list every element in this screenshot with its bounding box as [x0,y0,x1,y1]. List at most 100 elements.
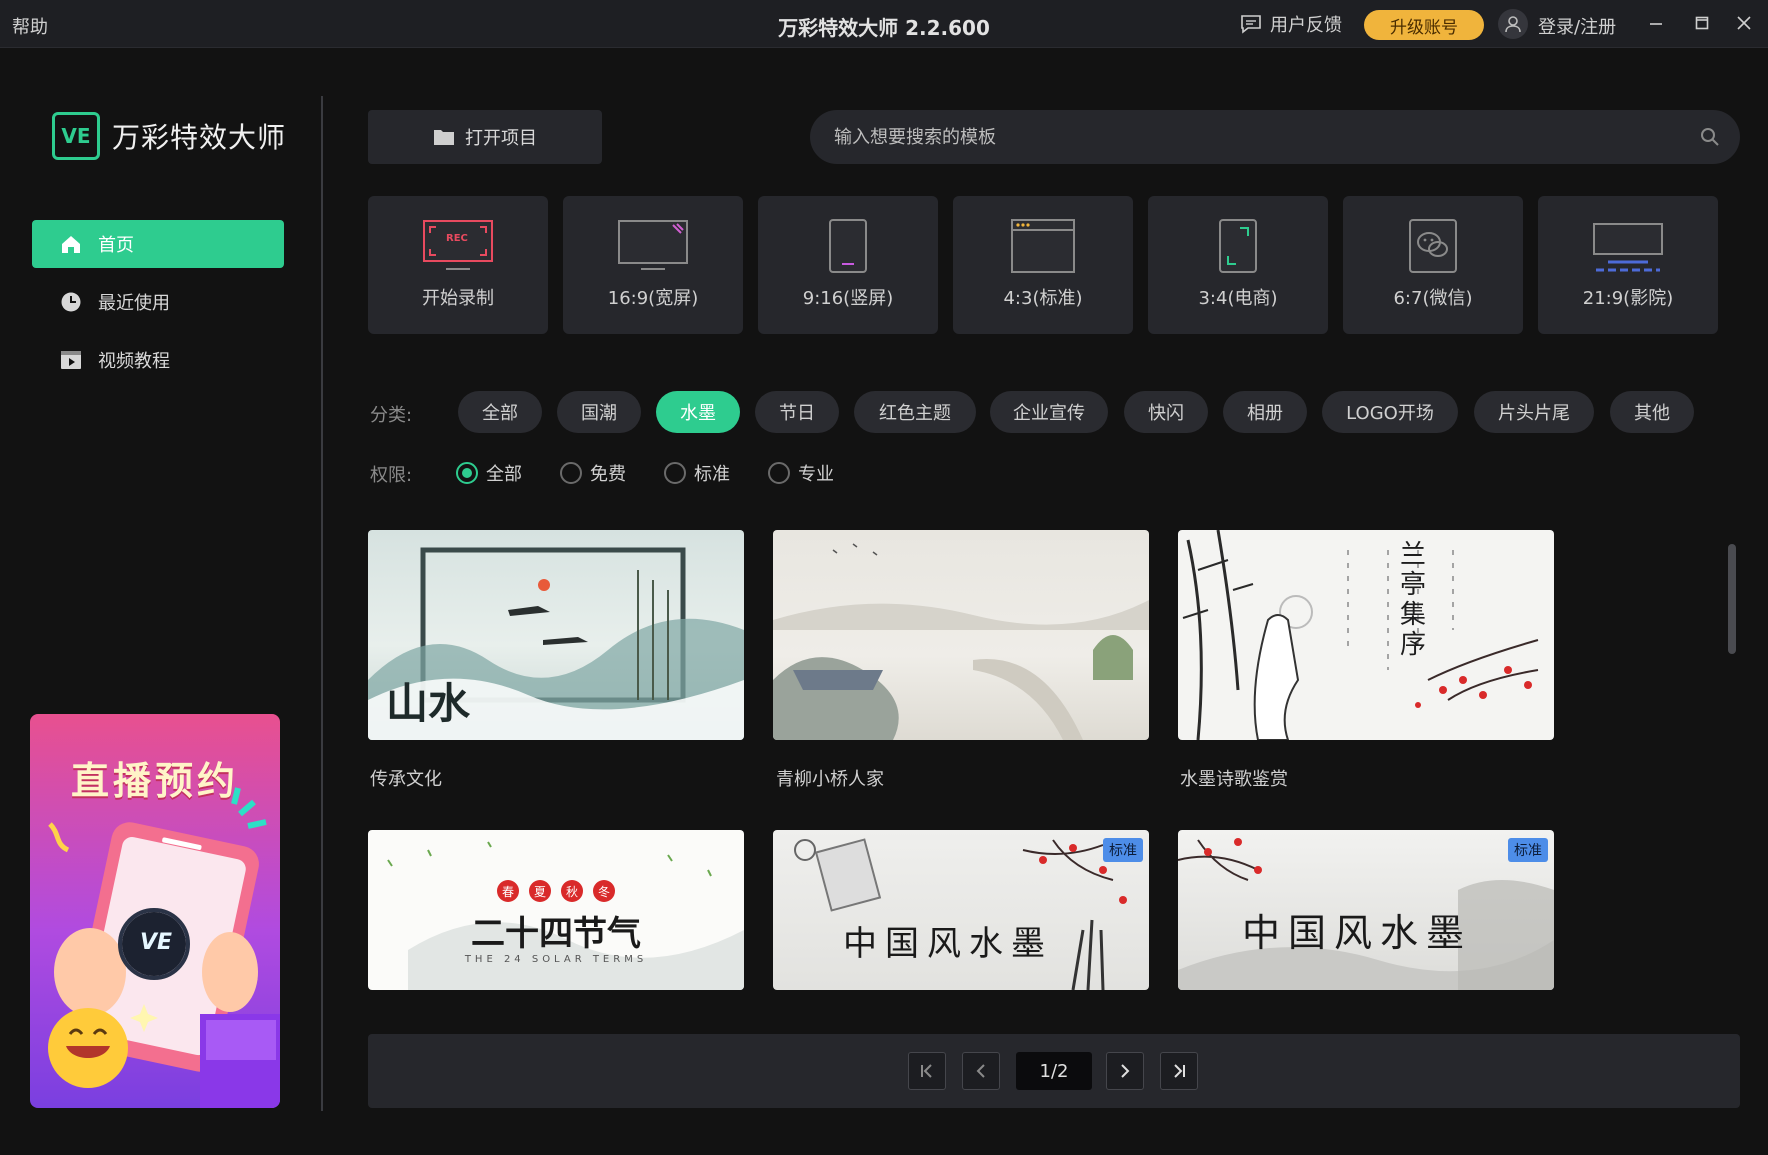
title-bar: 帮助 万彩特效大师 2.2.600 用户反馈 升级账号 登录/注册 [0,0,1768,48]
search-input[interactable] [834,110,1674,164]
category-chip-festival[interactable]: 节日 [755,391,839,433]
feedback-button[interactable]: 用户反馈 [1240,12,1342,36]
radio-label: 标准 [694,464,730,485]
radio-button [768,462,790,484]
feedback-label: 用户反馈 [1270,15,1342,36]
template-thumbnail[interactable]: 中国风水墨 标准 [773,830,1149,990]
format-card-record[interactable]: REC 开始录制 [368,196,548,334]
category-chip-ink[interactable]: 水墨 [656,391,740,433]
standard-badge: 标准 [1103,838,1143,862]
format-label: 9:16(竖屏) [802,288,894,309]
format-card-4-3[interactable]: 4:3(标准) [953,196,1133,334]
last-page-button[interactable] [1160,1052,1198,1090]
permission-radio-free[interactable]: 免费 [560,460,626,486]
sidebar-item-label: 最近使用 [98,293,170,314]
category-chip-other[interactable]: 其他 [1610,391,1694,433]
cinema-icon [1593,223,1663,272]
search-icon[interactable] [1700,127,1720,147]
format-card-9-16[interactable]: 9:16(竖屏) [758,196,938,334]
help-menu[interactable]: 帮助 [12,13,48,39]
permission-radio-all[interactable]: 全部 [456,460,522,486]
wechat-icon [1409,219,1457,273]
minimize-button[interactable] [1642,10,1670,36]
last-page-icon [1174,1064,1185,1078]
format-card-16-9[interactable]: 16:9(宽屏) [563,196,743,334]
open-project-button[interactable]: 打开项目 [368,110,602,164]
thumbnail-title: 中国风水墨 [1242,911,1473,955]
category-chip-flash[interactable]: 快闪 [1124,391,1208,433]
maximize-button[interactable] [1688,10,1716,36]
category-chip-corporate[interactable]: 企业宣传 [990,391,1108,433]
sidebar-item-home[interactable]: 首页 [32,220,284,268]
category-chip-intro-outro[interactable]: 片头片尾 [1474,391,1594,433]
category-chip-red-theme[interactable]: 红色主题 [854,391,976,433]
promo-illustration [48,787,280,1108]
radio-label: 全部 [486,464,522,485]
template-name: 青柳小桥人家 [776,769,884,790]
format-label: 6:7(微信) [1393,288,1473,309]
upgrade-button[interactable]: 升级账号 [1364,10,1484,40]
login-register-link[interactable]: 登录/注册 [1538,13,1616,39]
next-page-button[interactable] [1106,1052,1144,1090]
ink-scroll-art [794,838,1127,990]
rec-icon: REC [423,220,493,270]
close-icon [1737,16,1751,30]
radio-button [560,462,582,484]
template-thumbnail[interactable]: 春 夏 秋 冬 二十四节气 THE 24 SOLAR TERMS [368,830,744,990]
chevron-right-icon [1121,1064,1130,1078]
user-icon [1505,16,1521,33]
chevron-left-icon [976,1064,985,1078]
thumbnail-title: 二十四节气 [471,914,641,954]
maximize-icon [1695,16,1709,30]
willow-bridge-art [773,543,1149,740]
template-scrollbar[interactable] [1728,544,1736,654]
thumbnail-subtitle: THE 24 SOLAR TERMS [464,954,648,965]
live-promo-banner[interactable]: 直播预约 VE [30,714,280,1108]
radio-label: 专业 [798,464,834,485]
template-thumbnail[interactable] [773,530,1149,740]
avatar[interactable] [1498,9,1528,39]
video-icon [60,349,82,371]
radio-button [456,462,478,484]
sidebar-item-recent[interactable]: 最近使用 [32,278,284,326]
widescreen-icon [618,220,688,270]
svg-text:REC: REC [446,233,468,244]
category-filter-label: 分类: [370,405,413,426]
sidebar-item-tutorials[interactable]: 视频教程 [32,336,284,384]
permission-radio-standard[interactable]: 标准 [664,460,730,486]
season-seals: 春 夏 秋 冬 [368,880,744,902]
season-seal: 冬 [593,880,615,902]
sidebar-item-label: 首页 [98,235,134,256]
ecommerce-icon [1219,219,1257,273]
feedback-icon [1241,15,1261,34]
format-card-6-7[interactable]: 6:7(微信) [1343,196,1523,334]
template-name: 传承文化 [370,769,442,790]
format-label: 3:4(电商) [1198,288,1278,309]
thumbnail-title: 山水 [386,679,471,728]
permission-filter-label: 权限: [370,465,413,486]
template-search [810,110,1740,164]
sidebar-item-label: 视频教程 [98,351,170,372]
template-thumbnail[interactable]: 中国风水墨 标准 [1178,830,1554,990]
radio-label: 免费 [590,464,626,485]
category-chip-guochao[interactable]: 国潮 [557,391,641,433]
open-project-label: 打开项目 [465,128,537,149]
template-name: 水墨诗歌鉴赏 [1180,769,1288,790]
template-thumbnail[interactable]: 山水 [368,530,744,740]
season-seal: 夏 [529,880,551,902]
category-chip-all[interactable]: 全部 [458,391,542,433]
category-chip-logo-intro[interactable]: LOGO开场 [1322,391,1458,433]
season-seal: 春 [497,880,519,902]
sidebar-divider [321,96,323,1111]
prev-page-button[interactable] [962,1052,1000,1090]
template-thumbnail[interactable]: 兰亭集序 [1178,530,1554,740]
first-page-button[interactable] [908,1052,946,1090]
permission-radio-pro[interactable]: 专业 [768,460,834,486]
format-card-21-9[interactable]: 21:9(影院) [1538,196,1718,334]
format-card-3-4[interactable]: 3:4(电商) [1148,196,1328,334]
clock-icon [60,291,82,313]
format-label: 16:9(宽屏) [607,288,699,309]
radio-button [664,462,686,484]
close-button[interactable] [1730,10,1758,36]
category-chip-album[interactable]: 相册 [1223,391,1307,433]
